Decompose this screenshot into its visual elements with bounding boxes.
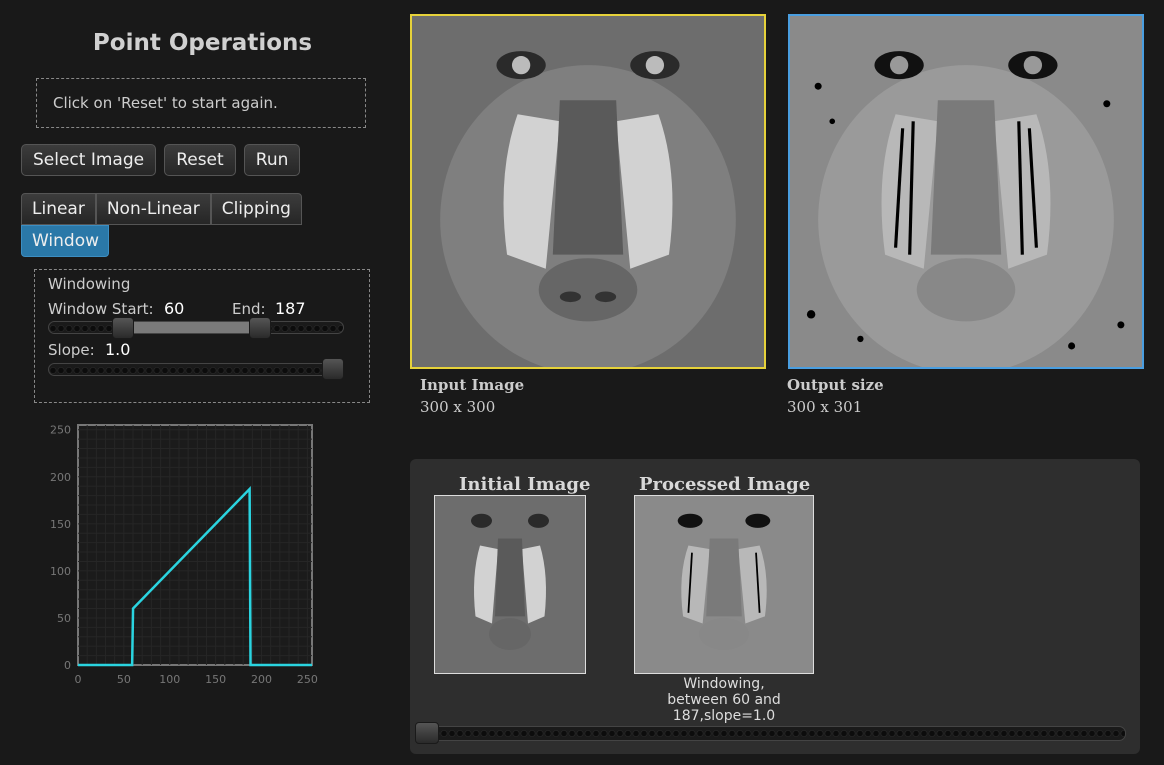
x-tick-label: 200 (251, 673, 272, 686)
input-image-size: 300 x 300 (420, 398, 496, 416)
select-image-button[interactable]: Select Image (21, 144, 157, 176)
window-range-slider[interactable] (48, 321, 344, 334)
window-end-value: 187 (275, 299, 306, 318)
processed-thumb-image (635, 496, 813, 673)
y-tick-label: 100 (50, 565, 71, 578)
input-image[interactable] (410, 14, 766, 369)
history-scrollbar[interactable] (415, 726, 1126, 741)
window-end-handle[interactable] (248, 317, 271, 339)
slope-handle[interactable] (322, 358, 344, 380)
toolbar: Select Image Reset Run (21, 144, 301, 176)
operation-tabs: Linear Non-Linear Clipping Window (21, 193, 311, 257)
tab-linear[interactable]: Linear (21, 193, 96, 225)
y-tick-label: 0 (64, 659, 71, 672)
initial-image-title: Initial Image (459, 474, 591, 495)
history-panel: Initial Image Processed Image Windowing,… (410, 459, 1140, 754)
windowing-heading: Windowing (48, 275, 131, 293)
y-tick-label: 200 (50, 471, 71, 484)
output-image-label: Output size (787, 376, 884, 394)
window-start-label: Window Start: (48, 300, 154, 318)
y-tick-label: 250 (50, 424, 71, 437)
status-message: Click on 'Reset' to start again. (36, 78, 366, 128)
reset-button[interactable]: Reset (164, 144, 236, 176)
output-image-size: 300 x 301 (787, 398, 863, 416)
x-tick-label: 150 (205, 673, 226, 686)
processed-image-thumbnail[interactable] (634, 495, 814, 674)
history-scroll-handle[interactable] (415, 722, 439, 744)
baboon-processed-image (790, 16, 1142, 367)
x-tick-label: 250 (297, 673, 318, 686)
caption-line: 187,slope=1.0 (672, 708, 776, 724)
run-button[interactable]: Run (243, 144, 301, 176)
caption-line: between 60 and (667, 692, 781, 708)
x-tick-label: 50 (117, 673, 131, 686)
initial-image-thumbnail[interactable] (434, 495, 586, 674)
x-tick-label: 0 (75, 673, 82, 686)
window-start-handle[interactable] (112, 317, 135, 339)
processed-image-caption: Windowing, between 60 and 187,slope=1.0 (634, 676, 814, 724)
windowing-panel: Windowing Window Start: 60 End: 187 Slop… (34, 269, 370, 403)
slope-label: Slope: (48, 341, 95, 359)
baboon-image (412, 16, 764, 367)
tab-clipping[interactable]: Clipping (210, 193, 302, 225)
input-image-label: Input Image (420, 376, 525, 394)
transfer-function-chart: 0 50 100 150 200 250 0 50 100 150 200 250 (50, 424, 318, 686)
slope-slider[interactable] (48, 363, 344, 376)
tab-non-linear[interactable]: Non-Linear (95, 193, 211, 225)
caption-line: Windowing, (683, 676, 765, 692)
slope-value: 1.0 (105, 340, 131, 359)
x-tick-label: 100 (159, 673, 180, 686)
window-end-label: End: (232, 300, 266, 318)
initial-thumb-image (435, 496, 585, 673)
window-start-value: 60 (164, 299, 185, 318)
page-title: Point Operations (92, 30, 313, 56)
output-image[interactable] (788, 14, 1144, 369)
y-tick-label: 50 (57, 612, 71, 625)
processed-image-title: Processed Image (639, 474, 811, 495)
y-tick-label: 150 (50, 518, 71, 531)
tab-window[interactable]: Window (21, 225, 109, 257)
window-range-fill (124, 322, 261, 333)
